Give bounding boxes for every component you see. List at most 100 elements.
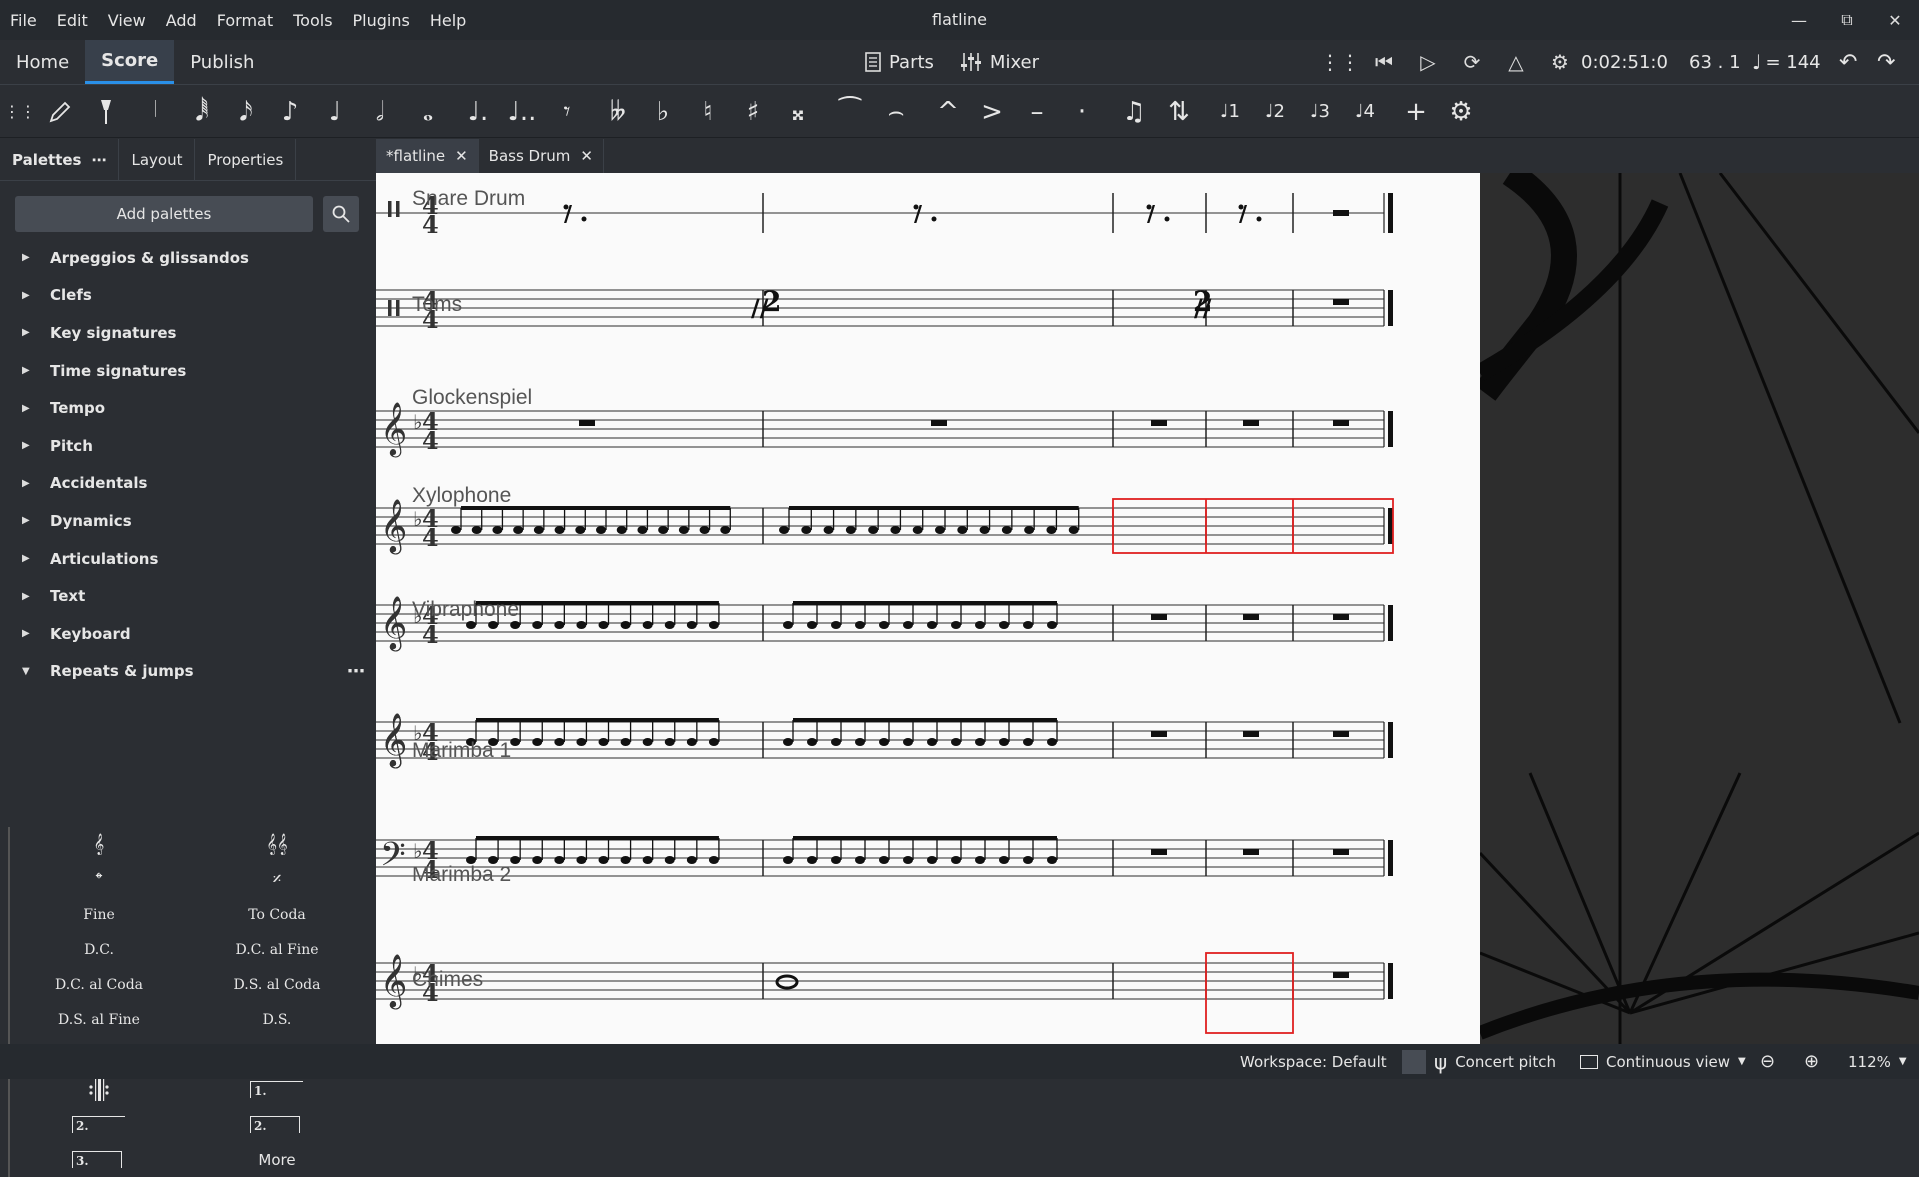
dc-al-coda-cell[interactable]: D.C. al Coda [10, 967, 188, 1002]
rest-icon[interactable]: 𝄾 [547, 85, 587, 139]
palette-dynamics[interactable]: ▶ Dynamics [0, 502, 376, 540]
tab-home[interactable]: Home [0, 40, 85, 84]
palette-arpeggios[interactable]: ▶ Arpeggios & glissandos [0, 239, 376, 277]
score-page[interactable]: 𝄞 𝄞 𝄞 𝄞 𝄞 𝄞 𝄞 𝄞 𝄞 𝄞 𝄢 4 4 4 4 4 4 ♭ 4 4 ♭ 4 4 ♭ 4 4 ♭ 4 4 ♭ 4 4 ♭ ∕ ∕ ∕ ∕ ∕∕ ∕… [376, 173, 1480, 1044]
32nd-note-icon[interactable]: 𝅘𝅥𝅲 [182, 85, 222, 139]
more-button[interactable]: More [188, 1142, 366, 1177]
quarter-note-button-icon[interactable]: ♩ [315, 85, 355, 139]
toolbar-settings-icon[interactable]: ⚙ [1441, 85, 1481, 139]
workspace-selector[interactable]: Workspace: Default [1240, 1044, 1387, 1079]
palette-options-icon[interactable]: ⋯ [347, 661, 366, 682]
doc-tab-flatline[interactable]: *flatline ✕ [376, 139, 479, 173]
palette-keyboard[interactable]: ▶ Keyboard [0, 615, 376, 653]
mixer-button[interactable]: Mixer [960, 52, 1039, 73]
loop-icon[interactable]: ⟳ [1450, 50, 1494, 74]
fine-cell[interactable]: Fine [10, 897, 188, 932]
close-tab-icon[interactable]: ✕ [455, 147, 468, 165]
score-canvas[interactable]: 𝄞 𝄞 𝄞 𝄞 𝄞 𝄞 𝄞 𝄞 𝄞 𝄞 𝄢 4 4 4 4 4 4 ♭ 4 4 ♭ 4 4 ♭ 4 4 ♭ 4 4 ♭ 4 4 ♭ ∕ ∕ ∕ ∕ ∕∕ ∕… [376, 173, 1919, 1044]
16th-note-icon[interactable]: 𝅘𝅥𝅯 [226, 85, 266, 139]
menu-tools[interactable]: Tools [283, 11, 342, 30]
volta-2-open-cell[interactable]: 2. [10, 1107, 188, 1142]
zoom-out-icon[interactable]: ⊖ [1760, 1044, 1775, 1079]
voice-1-icon[interactable]: ♩1 [1210, 85, 1250, 139]
double-flat-icon[interactable]: 𝄫 [598, 85, 638, 139]
menu-add[interactable]: Add [156, 11, 207, 30]
tab-properties[interactable]: Properties [195, 139, 297, 180]
voice-3-icon[interactable]: ♩3 [1300, 85, 1340, 139]
voice-2-icon[interactable]: ♩2 [1255, 85, 1295, 139]
palette-time-signatures[interactable]: ▶ Time signatures [0, 352, 376, 390]
to-coda-cell[interactable]: To Coda [188, 897, 366, 932]
double-dot-icon[interactable]: ♩.. [502, 85, 542, 139]
concert-pitch-checkbox[interactable] [1402, 1049, 1426, 1074]
add-palettes-button[interactable]: Add palettes [15, 196, 313, 232]
menu-help[interactable]: Help [420, 11, 476, 30]
tenuto-icon[interactable]: – [1017, 85, 1057, 139]
volta-2-closed-cell[interactable]: 2. [188, 1107, 366, 1142]
palette-articulations[interactable]: ▶ Articulations [0, 540, 376, 578]
menu-plugins[interactable]: Plugins [343, 11, 420, 30]
view-mode-selector[interactable]: Continuous view ▼ [1580, 1044, 1746, 1079]
palette-key-signatures[interactable]: ▶ Key signatures [0, 314, 376, 352]
menu-view[interactable]: View [98, 11, 156, 30]
tab-layout[interactable]: Layout [119, 139, 196, 180]
zoom-level[interactable]: 112% ▼ [1848, 1044, 1907, 1079]
palette-menu-icon[interactable]: ⋯ [91, 151, 106, 169]
add-icon[interactable]: + [1396, 85, 1436, 139]
dc-cell[interactable]: D.C. [10, 932, 188, 967]
play-icon[interactable]: ▷ [1406, 50, 1450, 74]
double-sharp-icon[interactable]: 𝄪 [778, 85, 818, 139]
flat-icon[interactable]: ♭ [643, 85, 683, 139]
half-note-icon[interactable]: 𝅗𝅥 [360, 85, 400, 139]
ds-al-fine-cell[interactable]: D.S. al Fine [10, 1002, 188, 1037]
dc-al-fine-cell[interactable]: D.C. al Fine [188, 932, 366, 967]
doc-tab-bass-drum[interactable]: Bass Drum ✕ [479, 139, 604, 173]
close-window-icon[interactable]: ✕ [1871, 0, 1919, 40]
palette-pitch[interactable]: ▶ Pitch [0, 427, 376, 465]
natural-icon[interactable]: ♮ [688, 85, 728, 139]
eighth-note-icon[interactable]: ♪ [270, 85, 310, 139]
tie-icon[interactable]: ⁀ [830, 85, 870, 139]
augmentation-dot-icon[interactable]: ♩. [458, 85, 498, 139]
parts-button[interactable]: Parts [865, 52, 934, 73]
input-mode-icon[interactable] [86, 85, 126, 139]
volta-3-cell[interactable]: 3. [10, 1142, 188, 1177]
concert-pitch-toggle[interactable]: ψ Concert pitch [1402, 1044, 1556, 1079]
zoom-in-icon[interactable]: ⊕ [1804, 1044, 1819, 1079]
tuplet-icon[interactable]: ♫ [1114, 85, 1154, 139]
tab-publish[interactable]: Publish [174, 40, 270, 84]
accent-icon[interactable]: > [972, 85, 1012, 139]
sharp-icon[interactable]: ♯ [733, 85, 773, 139]
tab-score[interactable]: Score [85, 40, 175, 84]
rewind-icon[interactable]: ⏮ [1362, 50, 1406, 74]
toolbar-handle-icon[interactable]: ⋮⋮ [0, 85, 40, 139]
menu-edit[interactable]: Edit [47, 11, 98, 30]
menu-format[interactable]: Format [207, 11, 283, 30]
palette-search-button[interactable] [323, 196, 359, 232]
metronome-icon[interactable]: △ [1494, 50, 1538, 74]
voice-4-icon[interactable]: ♩4 [1345, 85, 1385, 139]
restore-icon[interactable]: ⧉ [1823, 0, 1871, 40]
64th-note-icon[interactable]: 𝅥 [136, 85, 176, 139]
ds-al-coda-cell[interactable]: D.S. al Coda [188, 967, 366, 1002]
minimize-icon[interactable]: — [1775, 0, 1823, 40]
coda-icon[interactable]: 𝄎 [188, 862, 366, 897]
undo-icon[interactable]: ↶ [1839, 40, 1857, 84]
palette-clefs[interactable]: ▶ Clefs [0, 277, 376, 315]
palette-text[interactable]: ▶ Text [0, 577, 376, 615]
palette-accidentals[interactable]: ▶ Accidentals [0, 465, 376, 503]
marcato-icon[interactable]: ^ [928, 85, 968, 139]
drag-handle-icon[interactable]: ⋮⋮ [1318, 50, 1362, 74]
redo-icon[interactable]: ↷ [1877, 40, 1895, 84]
playback-settings-icon[interactable]: ⚙ [1538, 50, 1582, 74]
menu-file[interactable]: File [0, 11, 47, 30]
segno-icon[interactable]: 𝄌 [10, 862, 188, 897]
close-tab-icon[interactable]: ✕ [580, 147, 593, 165]
staccato-icon[interactable]: · [1062, 85, 1102, 139]
tab-palettes[interactable]: Palettes ⋯ [0, 139, 120, 180]
repeat-two-measures-icon[interactable]: 𝄞𝄞 [188, 827, 366, 862]
repeat-measure-icon[interactable]: 𝄞 [10, 827, 188, 862]
whole-note-icon[interactable]: 𝅝 [408, 85, 448, 139]
ds-cell[interactable]: D.S. [188, 1002, 366, 1037]
palette-repeats-jumps[interactable]: ▼ Repeats & jumps ⋯ [0, 653, 376, 691]
